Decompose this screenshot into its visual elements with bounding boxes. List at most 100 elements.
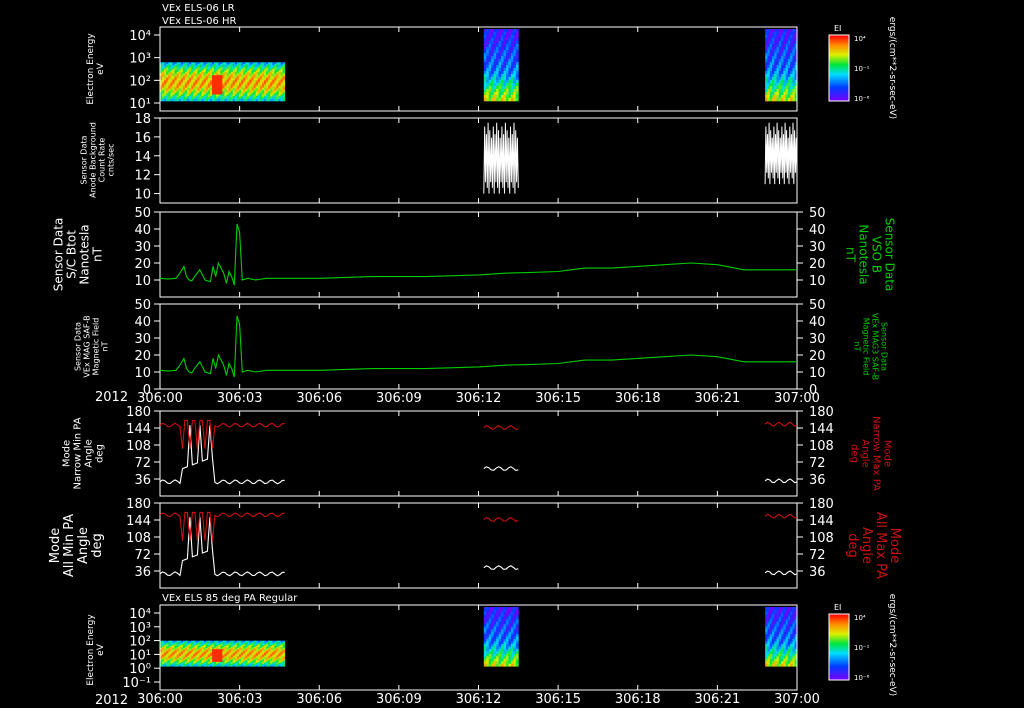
spectrogram-cell (505, 619, 509, 623)
spectrogram-cell (483, 611, 487, 615)
spectrogram-cell (785, 616, 789, 620)
spectrogram-cell (781, 631, 784, 635)
spectrogram-cell (792, 73, 796, 78)
spectrogram-cell (785, 626, 789, 630)
spectrogram-cell (515, 91, 519, 96)
spectrogram-cell (765, 88, 768, 93)
spectrogram-cell (774, 607, 777, 610)
spectrogram-cell (790, 67, 793, 72)
ylabel-left-line: Sensor Data (74, 322, 83, 371)
spectrogram-cell (486, 658, 490, 662)
spectrogram-cell (503, 91, 507, 96)
spectrogram-cell (769, 49, 773, 54)
spectrogram-cell (486, 34, 490, 39)
spectrogram-cell (513, 636, 517, 640)
spectrogram-cell (508, 629, 512, 633)
spectrogram-cell (778, 79, 782, 84)
spectrogram-cell (781, 619, 784, 623)
spectrogram-cell (503, 621, 507, 625)
spectrogram-cell (493, 58, 497, 63)
spectrogram-cell (486, 636, 490, 640)
spectrogram-cell (498, 88, 502, 93)
spectrogram-cell (790, 64, 793, 69)
spectrogram-cell (486, 46, 490, 51)
spectrogram-cell (781, 614, 784, 618)
spectrogram-cell (787, 616, 791, 620)
spectrogram-cell (774, 626, 777, 630)
spectrogram-cell (483, 79, 487, 84)
spectrogram-cell (767, 658, 771, 662)
spectrogram-cell (491, 97, 495, 102)
spectrogram-cell (498, 34, 502, 39)
spectrogram-cell (783, 29, 787, 33)
x-tick-label-3: 306:06 (296, 391, 342, 406)
spectrogram-cell (778, 82, 782, 87)
spectrogram-cell (503, 29, 507, 33)
spectrogram-cell (496, 88, 499, 93)
spectrogram-cell (488, 70, 492, 75)
spectrogram-cell (776, 34, 780, 39)
spectrogram-cell (505, 55, 509, 60)
spectrogram-cell (496, 79, 499, 84)
spectrogram-cell (503, 82, 507, 87)
spectrogram-cell (515, 58, 519, 63)
spectrogram-cell (778, 607, 782, 610)
spectrogram-cell (493, 609, 497, 613)
spectrogram-cell (488, 636, 492, 640)
spectrogram-cell (491, 88, 495, 93)
spectrogram-cell (493, 82, 497, 87)
spectrogram-cell (774, 31, 777, 36)
spectrogram-cell (776, 609, 780, 613)
ylabel-left-line: Magnetic Field (92, 318, 101, 376)
spectrogram-cell (501, 97, 504, 102)
spectrogram-cell (767, 58, 771, 63)
spectrogram-cell (501, 626, 504, 630)
spectrogram-cell (505, 658, 509, 662)
spectrogram-cell (503, 37, 507, 42)
spectrogram-cell (778, 656, 782, 660)
spectrogram-cell (776, 611, 780, 615)
spectrogram-cell (781, 641, 784, 645)
spectrogram-cell (790, 648, 793, 652)
spectrogram-cell (483, 46, 487, 51)
spectrogram-cell (792, 34, 796, 39)
spectrogram-cell (765, 46, 768, 51)
mag-trace (159, 223, 797, 286)
spectrogram-cell (513, 626, 517, 630)
spectrogram-cell (488, 97, 492, 102)
spectrogram-cell (781, 616, 784, 620)
spectrogram-cell (486, 79, 490, 84)
spectrogram-cell (783, 621, 787, 625)
spectrogram-cell (501, 621, 504, 625)
spectrogram-cell (778, 634, 782, 637)
spectrogram-cell (496, 49, 499, 54)
spectrogram-cell (501, 40, 504, 45)
spectrogram-cell (486, 61, 490, 66)
y-tick-label: 50 (134, 298, 151, 313)
spectrogram-cell (783, 626, 787, 630)
spectrogram-cell (488, 644, 492, 647)
spectrogram-cell (781, 639, 784, 642)
spectrogram-cell (503, 94, 507, 99)
spectrogram-cell (501, 641, 504, 645)
ylabel-left: Sensor Data S/C Btot Nanotesla nT (52, 218, 105, 292)
ylabel-line: Electron Energy (86, 33, 96, 105)
ylabel-right: ModeAll Max PAAngledeg (845, 512, 902, 579)
spectrogram-cell (785, 52, 789, 57)
spectrogram-cell (792, 67, 796, 72)
spectrogram-cell (496, 626, 499, 630)
spectrogram-cell (491, 29, 495, 33)
spectrogram-cell (513, 624, 517, 628)
spectrogram-cell (510, 634, 514, 637)
spectrogram-cell (774, 85, 777, 90)
spectrogram-cell (781, 634, 784, 637)
x-tick-label-3: 306:03 (217, 391, 263, 406)
spectrogram-cell (503, 611, 507, 615)
spectrogram-cell (513, 34, 517, 39)
spectrogram-cell (508, 58, 512, 63)
spectrogram-cell (505, 34, 509, 39)
spectrogram-cell (488, 663, 492, 667)
spectrogram-cell (787, 658, 791, 662)
spectrogram-cell (783, 73, 787, 78)
spectrogram-cell (783, 641, 787, 645)
